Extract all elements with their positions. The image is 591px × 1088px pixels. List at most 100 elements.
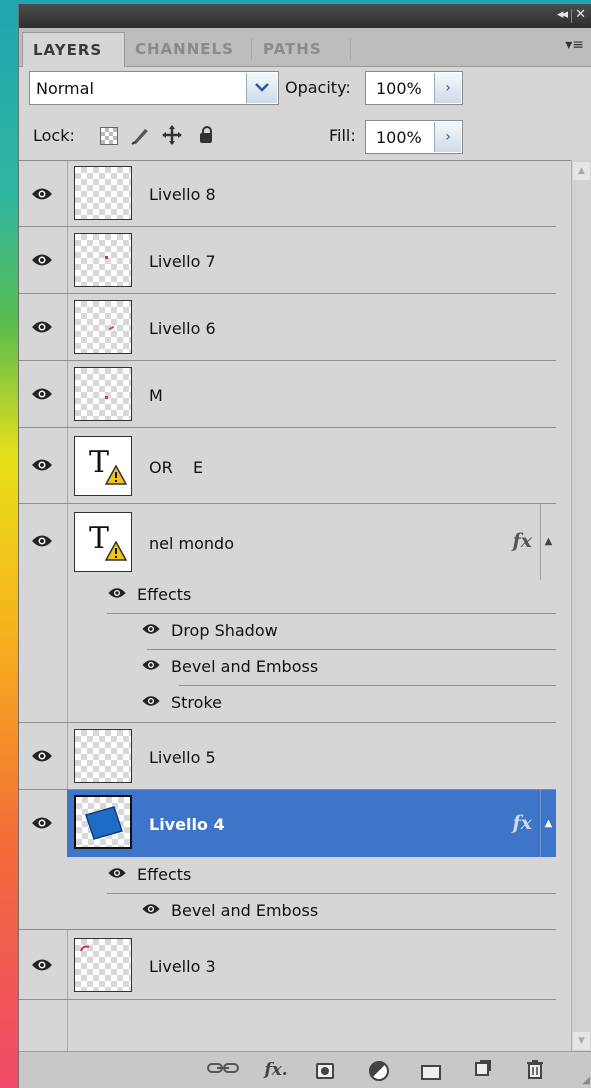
add-layer-style-label: fx	[264, 1060, 282, 1080]
layer-name[interactable]: M	[149, 386, 163, 405]
layers-scrollbar[interactable]: ▲ ▼	[571, 160, 591, 1052]
fill-slider-arrow-icon[interactable]: ›	[434, 122, 461, 152]
layer-name[interactable]: Livello 3	[149, 957, 216, 976]
scroll-up-icon[interactable]: ▲	[573, 162, 590, 180]
layer-name[interactable]: nel mondo	[149, 534, 234, 553]
layer-thumbnail[interactable]	[74, 367, 132, 421]
tab-paths[interactable]: PATHS	[253, 32, 349, 66]
effect-name[interactable]: Bevel and Emboss	[171, 657, 318, 676]
layer-thumbnail[interactable]	[74, 795, 132, 849]
layer-row[interactable]: Livello 3	[19, 930, 556, 1000]
layer-thumbnail[interactable]	[74, 300, 132, 354]
layer-effects-icon[interactable]: fx	[512, 530, 532, 552]
layer-thumbnail[interactable]	[74, 729, 132, 783]
eye-icon[interactable]	[29, 385, 55, 403]
eye-icon[interactable]	[29, 251, 55, 269]
layer-effects-icon[interactable]: fx	[512, 812, 532, 834]
layer-name[interactable]: Livello 7	[149, 252, 216, 271]
eye-icon	[142, 624, 160, 634]
eye-icon	[108, 868, 126, 878]
layer-name[interactable]: Livello 6	[149, 319, 216, 338]
lock-position-icon[interactable]	[161, 124, 183, 148]
collapse-effects-icon[interactable]: ▲	[540, 504, 556, 580]
layer-row[interactable]: Livello 7	[19, 227, 556, 294]
effect-name[interactable]: Drop Shadow	[171, 621, 278, 640]
delete-layer-icon[interactable]	[523, 1059, 547, 1081]
effect-row[interactable]: Stroke	[67, 685, 556, 721]
eye-icon[interactable]	[29, 532, 55, 550]
warning-icon	[105, 465, 127, 485]
effects-group: Effects	[67, 577, 556, 613]
blend-mode-select[interactable]: Normal	[29, 71, 279, 105]
opacity-slider-arrow-icon[interactable]: ›	[434, 73, 461, 103]
blend-mode-value: Normal	[36, 79, 94, 98]
panel-menu-icon[interactable]: ▾≡	[565, 37, 584, 53]
new-group-icon[interactable]	[419, 1059, 443, 1081]
eye-icon[interactable]	[29, 318, 55, 336]
effects-label[interactable]: Effects	[137, 585, 191, 604]
fill-label: Fill:	[329, 126, 356, 145]
layer-name[interactable]: Livello 4	[149, 815, 225, 834]
eye-icon[interactable]	[29, 814, 55, 832]
layer-thumbnail[interactable]	[74, 233, 132, 287]
layer-thumbnail[interactable]	[74, 166, 132, 220]
effect-row[interactable]: Bevel and Emboss	[67, 893, 556, 929]
effect-row[interactable]: Drop Shadow	[67, 613, 556, 649]
eye-icon	[142, 696, 160, 706]
add-layer-style-icon[interactable]: fx.	[259, 1059, 293, 1081]
new-layer-icon[interactable]	[471, 1059, 495, 1081]
layer-name[interactable]: OR E	[149, 458, 203, 477]
chevron-down-icon[interactable]	[246, 73, 277, 103]
collapse-effects-icon[interactable]: ▲	[540, 790, 556, 857]
lock-image-pixels-icon[interactable]	[129, 124, 151, 148]
selection-highlight	[67, 790, 556, 857]
lock-all-icon[interactable]	[195, 124, 217, 148]
layer-row[interactable]: T nel mondo fx ▲ Effects Drop Shadow Bev…	[19, 504, 556, 723]
opacity-value[interactable]: 100%	[376, 79, 422, 98]
add-mask-icon[interactable]	[313, 1059, 337, 1081]
lock-transparent-pixels-icon[interactable]	[97, 124, 119, 148]
effect-name[interactable]: Stroke	[171, 693, 222, 712]
eye-icon[interactable]	[29, 956, 55, 974]
tab-divider	[251, 38, 252, 60]
layer-row[interactable]: Livello 8	[19, 161, 556, 227]
eye-icon[interactable]	[29, 747, 55, 765]
layer-row[interactable]: Livello 5	[19, 723, 556, 790]
warning-icon	[105, 541, 127, 561]
opacity-field[interactable]: 100% ›	[365, 71, 463, 105]
layer-thumbnail[interactable]	[74, 938, 132, 992]
scroll-down-icon[interactable]: ▼	[573, 1032, 590, 1050]
layer-row-selected[interactable]: Livello 4 fx ▲ Effects Bevel and Emboss	[19, 790, 556, 930]
eye-icon	[142, 660, 160, 670]
adjustment-layer-icon[interactable]	[365, 1059, 393, 1081]
layer-name[interactable]: Livello 5	[149, 748, 216, 767]
layer-name[interactable]: Livello 8	[149, 185, 216, 204]
effect-name[interactable]: Bevel and Emboss	[171, 901, 318, 920]
layers-bottom-toolbar: fx. ◢	[19, 1051, 591, 1088]
text-layer-thumbnail[interactable]: T	[74, 436, 132, 496]
fill-field[interactable]: 100% ›	[365, 120, 463, 154]
title-separator	[571, 9, 572, 23]
tab-layers[interactable]: LAYERS	[22, 32, 125, 67]
fill-value[interactable]: 100%	[376, 128, 422, 147]
eye-icon	[108, 588, 126, 598]
layers-panel: ◂◂ ✕ LAYERS CHANNELS PATHS ▾≡ Normal Opa…	[18, 4, 591, 1088]
collapse-panel-icon[interactable]: ◂◂	[557, 7, 568, 22]
link-layers-icon[interactable]	[205, 1059, 241, 1081]
eye-icon	[142, 904, 160, 914]
panel-title-bar: ◂◂ ✕	[19, 4, 591, 28]
panel-tabs: LAYERS CHANNELS PATHS ▾≡	[19, 28, 591, 67]
text-layer-thumbnail[interactable]: T	[74, 512, 132, 572]
layer-row[interactable]: M	[19, 361, 556, 428]
eye-icon[interactable]	[29, 456, 55, 474]
effects-label[interactable]: Effects	[137, 865, 191, 884]
lock-label: Lock:	[33, 126, 75, 145]
layer-row[interactable]: T OR E	[19, 428, 556, 504]
opacity-label: Opacity:	[285, 78, 351, 97]
layer-row[interactable]: Livello 6	[19, 294, 556, 361]
close-panel-icon[interactable]: ✕	[575, 7, 586, 22]
effect-row[interactable]: Bevel and Emboss	[67, 649, 556, 685]
eye-icon[interactable]	[29, 185, 55, 203]
tab-channels[interactable]: CHANNELS	[125, 32, 251, 66]
resize-grip-icon[interactable]: ◢	[582, 1075, 590, 1086]
